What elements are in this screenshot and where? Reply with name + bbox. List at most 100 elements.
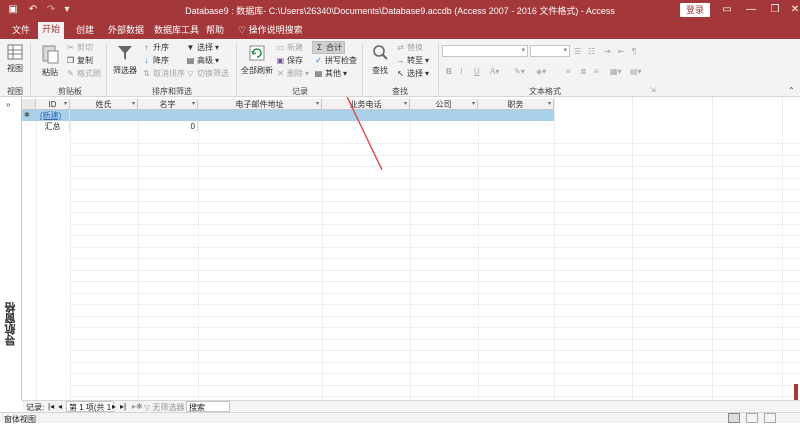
redo-icon[interactable]: ↷	[44, 3, 58, 17]
chevron-down-icon[interactable]: ▾	[404, 99, 407, 110]
next-record-icon[interactable]: ▸	[112, 402, 116, 411]
new-row-selector-icon[interactable]: ✱	[24, 110, 36, 121]
new-record-button[interactable]: ▭ 新建	[276, 42, 303, 53]
save-icon[interactable]: ▣	[6, 3, 20, 17]
copy-button[interactable]: ❐ 复制	[66, 55, 93, 66]
format-painter-button[interactable]: ✎ 格式刷	[66, 68, 101, 79]
tell-me-search[interactable]: ♡ 操作说明搜索	[234, 23, 307, 39]
ribbon-options-icon[interactable]: ▭	[716, 2, 738, 18]
clear-sort-button[interactable]: ⇅ 取消排序	[142, 68, 185, 79]
grid-line	[70, 177, 800, 179]
select-button[interactable]: ↖ 选择 ▾	[396, 68, 429, 79]
bold-button[interactable]: B	[446, 67, 452, 76]
tab-database-tools[interactable]: 数据库工具	[150, 23, 203, 39]
search-input[interactable]: 搜索	[186, 401, 230, 412]
first-record-icon[interactable]: |◂	[48, 402, 54, 411]
column-header-last-name[interactable]: 姓氏 ▾	[70, 99, 138, 110]
current-record-field[interactable]: 第 1 项(共 1	[66, 401, 115, 412]
align-left-icon[interactable]: ≡	[566, 67, 571, 76]
totals-row: 汇总 0	[22, 121, 554, 132]
select-label: 选择	[407, 69, 423, 78]
select-all-cell[interactable]	[22, 99, 36, 110]
goto-button[interactable]: → 转至 ▾	[396, 55, 430, 66]
scroll-indicator[interactable]	[794, 384, 798, 400]
font-name-combo[interactable]: ▾	[442, 45, 528, 57]
bullets-icon[interactable]: ☰	[574, 47, 581, 56]
toggle-filter-label: 切换筛选	[197, 69, 229, 78]
tab-file[interactable]: 文件	[8, 23, 34, 39]
selection-filter-button[interactable]: ▼ 选择 ▾	[186, 42, 219, 53]
gridlines-icon[interactable]: ▦▾	[610, 67, 622, 76]
chevron-down-icon[interactable]: ▾	[192, 99, 195, 110]
outdent-icon[interactable]: ⇤	[618, 47, 625, 56]
previous-record-icon[interactable]: ◂	[58, 402, 62, 411]
highlight-icon[interactable]: ✎▾	[514, 67, 525, 76]
font-size-combo[interactable]: ▾	[530, 45, 570, 57]
dialog-launcher-icon[interactable]: ⇲	[650, 86, 656, 94]
toggle-filter-button[interactable]: ▽ 切换筛选	[186, 68, 229, 79]
font-color-icon[interactable]: A▾	[490, 67, 499, 76]
alt-row-color-icon[interactable]: ▤▾	[630, 67, 642, 76]
underline-button[interactable]: U	[474, 67, 480, 76]
column-header-email[interactable]: 电子邮件地址 ▾	[198, 99, 322, 110]
chevron-down-icon[interactable]: ▾	[132, 99, 135, 110]
paste-button[interactable]: 粘贴	[38, 43, 62, 78]
total-label[interactable]: 汇总	[36, 121, 70, 132]
tab-external-data[interactable]: 外部数据	[104, 23, 148, 39]
total-value[interactable]: 0	[138, 121, 198, 132]
design-view-icon[interactable]	[764, 413, 776, 423]
more-button[interactable]: ▤ 其他 ▾	[314, 68, 347, 79]
fill-color-icon[interactable]: ◈▾	[536, 67, 546, 76]
spelling-button[interactable]: ✓ 拼写检查	[314, 55, 357, 66]
chevron-down-icon[interactable]: ▾	[316, 99, 319, 110]
expand-nav-icon[interactable]: »	[6, 100, 10, 109]
refresh-all-button[interactable]: 全部刷新	[241, 43, 273, 76]
totals-button[interactable]: Σ 合计	[312, 41, 345, 54]
indent-icon[interactable]: ⇥	[604, 47, 611, 56]
undo-icon[interactable]: ↶	[26, 3, 40, 17]
delete-record-button[interactable]: ✕ 删除 ▾	[276, 68, 309, 79]
italic-button[interactable]: I	[460, 67, 462, 76]
login-button[interactable]: 登录	[680, 3, 710, 17]
align-right-icon[interactable]: ≡	[594, 67, 599, 76]
filter-button[interactable]: 筛选器	[112, 43, 138, 76]
align-center-icon[interactable]: ≣	[580, 67, 587, 76]
cursor-icon: ↖	[397, 69, 404, 78]
customize-qat-icon[interactable]: ▾	[60, 3, 74, 17]
sort-descending-button[interactable]: ↓ 降序	[142, 55, 170, 66]
tab-create[interactable]: 创建	[72, 23, 98, 39]
column-header-label: 业务电话	[349, 100, 382, 109]
save-record-button[interactable]: ▣ 保存	[276, 55, 303, 66]
tab-help[interactable]: 帮助	[202, 23, 228, 39]
tab-home[interactable]: 开始	[38, 22, 65, 39]
column-header-company[interactable]: 公司 ▾	[410, 99, 478, 110]
collapse-ribbon-icon[interactable]: ⌃	[788, 86, 795, 95]
minimize-icon[interactable]: —	[740, 2, 762, 18]
find-button[interactable]: 查找	[368, 43, 392, 76]
navigation-pane[interactable]: » 导航窗格	[0, 97, 22, 400]
chevron-down-icon[interactable]: ▾	[64, 99, 67, 110]
chevron-down-icon[interactable]: ▾	[472, 99, 475, 110]
grid-line	[70, 189, 800, 190]
column-header-id[interactable]: ID ▾	[36, 99, 70, 110]
close-icon[interactable]: ✕	[784, 2, 800, 18]
numbering-icon[interactable]: ☷	[588, 47, 595, 56]
advanced-filter-button[interactable]: ▤ 高级 ▾	[186, 55, 219, 66]
cut-button[interactable]: ✂ 剪切	[66, 42, 93, 53]
chevron-down-icon[interactable]: ▾	[548, 99, 551, 110]
format-painter-label: 格式刷	[77, 69, 101, 78]
restore-icon[interactable]: ❐	[764, 2, 786, 18]
new-record-row[interactable]: ✱ (新建)	[22, 110, 554, 121]
replace-button[interactable]: ⇄ 替换	[396, 42, 423, 53]
rtl-icon[interactable]: ¶	[632, 47, 636, 56]
datasheet-view-icon[interactable]	[728, 413, 740, 423]
column-header-first-name[interactable]: 名字 ▾	[138, 99, 198, 110]
column-header-job-title[interactable]: 职务 ▾	[478, 99, 554, 110]
column-header-business-phone[interactable]: 业务电话 ▾	[322, 99, 410, 110]
pivot-view-icon[interactable]	[746, 413, 758, 423]
view-button[interactable]: 视图	[4, 43, 26, 74]
last-record-icon[interactable]: ▸|	[120, 402, 126, 411]
sort-ascending-button[interactable]: ↑ 升序	[142, 42, 170, 53]
new-record-label[interactable]: (新建)	[40, 110, 70, 121]
new-blank-record-icon[interactable]: ▸✱	[132, 402, 143, 411]
